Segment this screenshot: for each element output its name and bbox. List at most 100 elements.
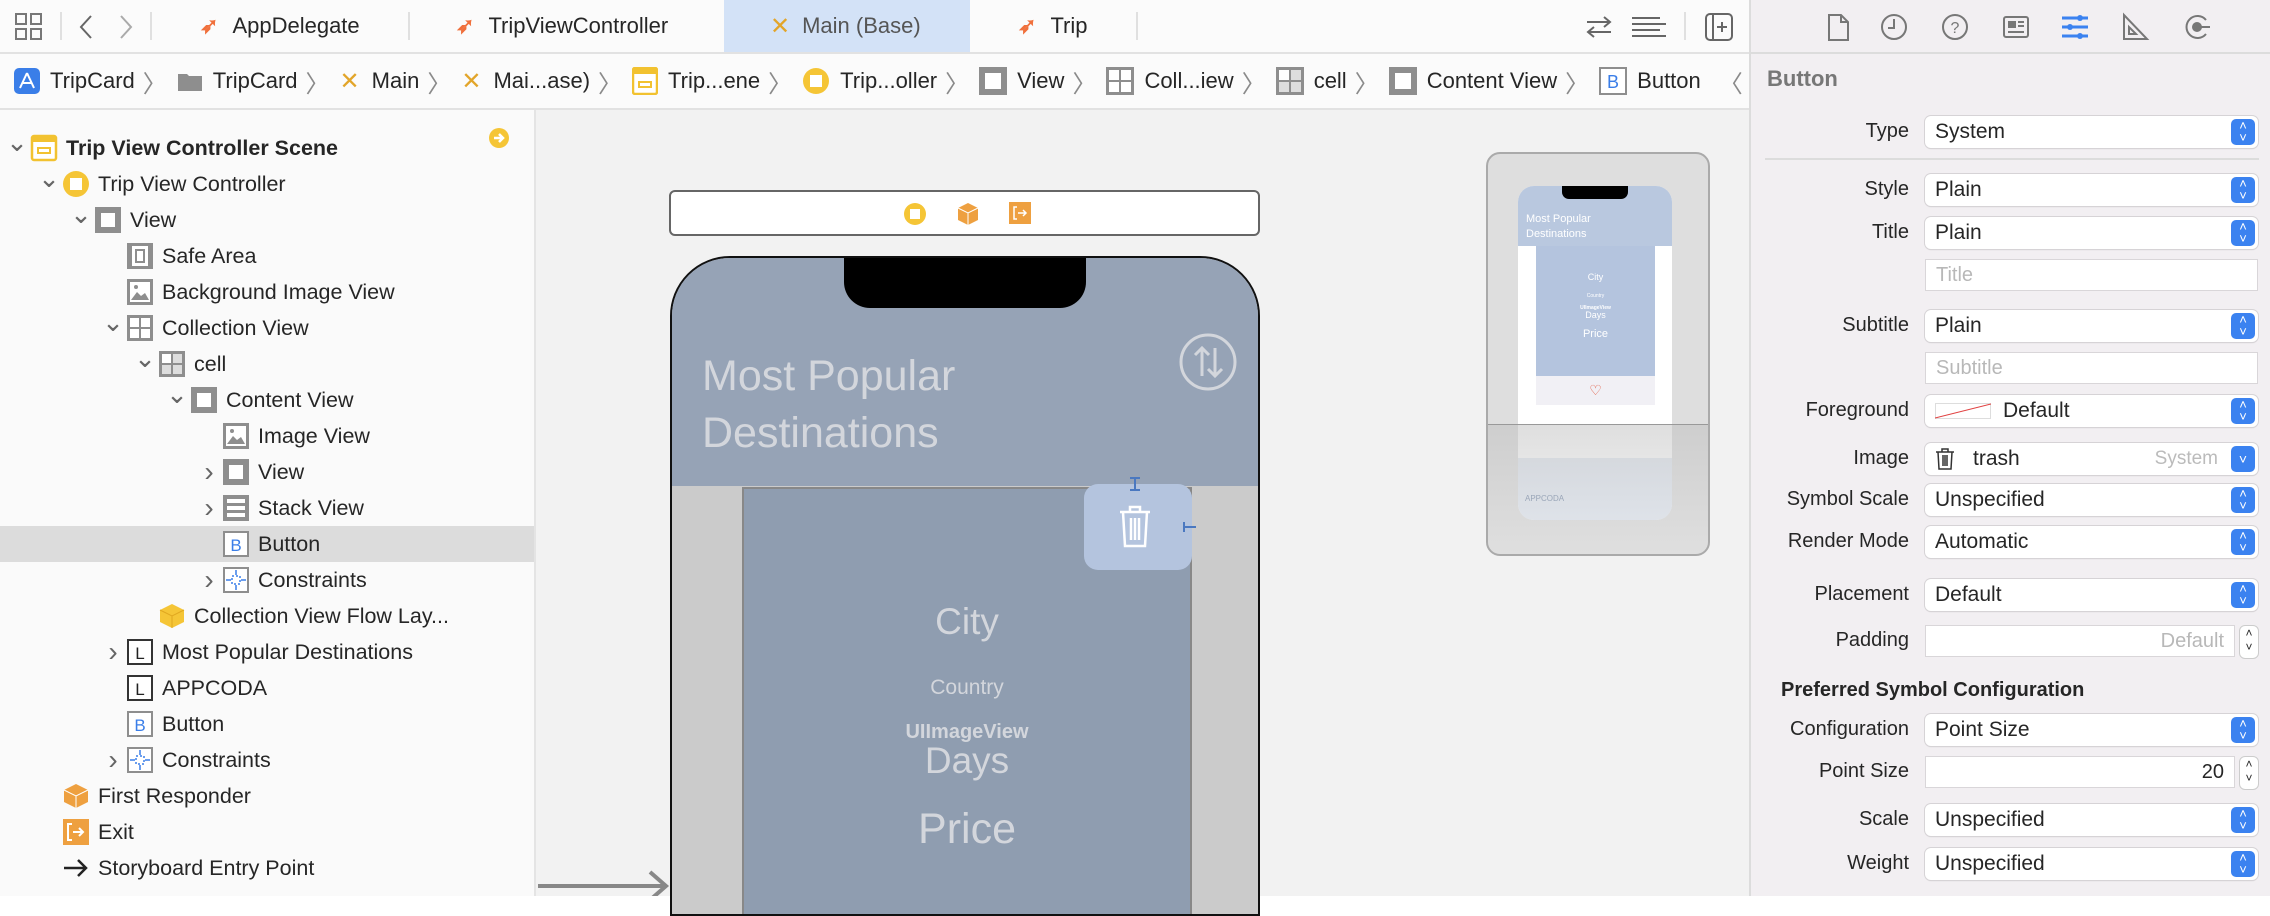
sort-button-icon[interactable] — [1178, 332, 1238, 392]
breadcrumb-storyboard-base[interactable]: ✕ Mai...ase) — [461, 67, 590, 96]
collection-view-icon — [126, 314, 154, 342]
outline-item[interactable]: B Button — [0, 526, 534, 562]
button-icon: B — [126, 710, 154, 738]
disclosure-collapsed-icon[interactable]: › — [100, 636, 126, 668]
forward-chevron-icon[interactable] — [118, 14, 134, 40]
country-label[interactable]: Country — [744, 676, 1190, 700]
days-label[interactable]: Days — [744, 740, 1190, 782]
related-items-grid-icon[interactable] — [14, 12, 44, 42]
outline-item[interactable]: Storyboard Entry Point — [0, 850, 534, 886]
disclosure-expanded-icon[interactable]: ⌄ — [4, 127, 30, 158]
disclosure-collapsed-icon[interactable]: › — [100, 744, 126, 776]
selected-trash-button[interactable] — [1084, 484, 1192, 570]
editor-options-icon[interactable] — [1630, 14, 1668, 40]
weight-popup[interactable]: Unspecified ˄ ˅ — [1925, 848, 2258, 880]
configuration-popup[interactable]: Point Size ˄ ˅ — [1925, 714, 2258, 746]
city-label[interactable]: City — [744, 601, 1190, 643]
first-responder-icon — [62, 782, 90, 810]
outline-item[interactable]: › L Most Popular Destinations — [0, 634, 534, 670]
symbol-scale-popup[interactable]: Unspecified ˄ ˅ — [1925, 484, 2258, 516]
outline-item[interactable]: ⌄ Trip View Controller Scene — [0, 127, 534, 166]
type-popup[interactable]: System ˄ ˅ — [1925, 116, 2258, 148]
preview-footer: APPCODA — [1525, 494, 1565, 503]
outline-item[interactable]: › Constraints — [0, 742, 534, 778]
storyboard-canvas[interactable]: Most Popular Destinations City Country UI… — [536, 110, 1749, 916]
tab-trip[interactable]: ➶ Trip — [1018, 0, 1088, 52]
view-controller-icon[interactable] — [903, 202, 927, 226]
disclosure-expanded-icon[interactable]: ⌄ — [36, 163, 62, 194]
disclosure-expanded-icon[interactable]: ⌄ — [132, 343, 158, 374]
size-inspector-icon[interactable] — [2120, 12, 2150, 42]
svg-text:?: ? — [1951, 20, 1960, 37]
disclosure-collapsed-icon[interactable]: › — [196, 564, 222, 596]
foreground-label: Foreground — [1805, 399, 1909, 421]
subtitle-text-field[interactable]: Subtitle — [1925, 352, 2258, 384]
render-mode-popup[interactable]: Automatic ˄ ˅ — [1925, 526, 2258, 558]
style-popup[interactable]: Plain ˄ ˅ — [1925, 174, 2258, 206]
point-size-stepper[interactable]: ˄ ˅ — [2239, 756, 2259, 790]
attributes-inspector-icon[interactable] — [2060, 12, 2090, 42]
outline-item[interactable]: Exit — [0, 814, 534, 850]
outline-item[interactable]: › Constraints — [0, 562, 534, 598]
breadcrumb-collection-view[interactable]: Coll...iew — [1106, 67, 1234, 95]
padding-field[interactable]: Default — [1925, 625, 2235, 657]
scene-preview-thumbnail[interactable]: Most Popular Destinations City Country UI… — [1486, 152, 1710, 556]
outline-item[interactable]: Collection View Flow Lay... — [0, 598, 534, 634]
add-editor-icon[interactable] — [1704, 12, 1734, 42]
disclosure-expanded-icon[interactable]: ⌄ — [68, 199, 94, 230]
outline-item[interactable]: ⌄ cell — [0, 343, 534, 382]
tab-tripviewcontroller[interactable]: ➶ TripViewController — [456, 0, 668, 52]
outline-item[interactable]: ⌄ Trip View Controller — [0, 163, 534, 202]
outline-item[interactable]: First Responder — [0, 778, 534, 814]
breadcrumb-button[interactable]: B Button — [1599, 67, 1701, 95]
breadcrumb-view[interactable]: View — [979, 67, 1064, 95]
disclosure-expanded-icon[interactable]: ⌄ — [100, 307, 126, 338]
outline-item[interactable]: ⌄ Content View — [0, 379, 534, 418]
breadcrumb-content-view[interactable]: Content View — [1388, 67, 1557, 95]
history-inspector-icon[interactable] — [1879, 12, 1909, 42]
title-popup[interactable]: Plain ˄ ˅ — [1925, 217, 2258, 249]
price-label[interactable]: Price — [744, 805, 1190, 854]
outline-item[interactable]: › View — [0, 454, 534, 490]
entry-point-arrow-icon[interactable] — [538, 866, 672, 896]
tab-appdelegate[interactable]: ➶ AppDelegate — [200, 0, 360, 52]
outline-item-label: Button — [162, 711, 225, 736]
outline-item[interactable]: Image View — [0, 418, 534, 454]
disclosure-expanded-icon[interactable]: ⌄ — [164, 379, 190, 410]
outline-item[interactable]: B Button — [0, 706, 534, 742]
foreground-color-popup[interactable]: Default ˄ ˅ — [1925, 395, 2258, 427]
file-inspector-icon[interactable] — [1823, 12, 1853, 42]
back-chevron-icon[interactable] — [78, 14, 94, 40]
outline-item[interactable]: Background Image View — [0, 274, 534, 310]
outline-item[interactable]: › Stack View — [0, 490, 534, 526]
subtitle-popup[interactable]: Plain ˄ ˅ — [1925, 310, 2258, 342]
foreground-value: Default — [2003, 399, 2070, 422]
disclosure-collapsed-icon[interactable]: › — [196, 456, 222, 488]
outline-item[interactable]: L APPCODA — [0, 670, 534, 706]
breadcrumb-scene[interactable]: Trip...ene — [632, 67, 760, 95]
identity-inspector-icon[interactable] — [2001, 12, 2031, 42]
tab-main-base[interactable]: ✕ Main (Base) — [724, 0, 970, 52]
breadcrumb-folder[interactable]: TripCard — [177, 68, 298, 94]
placement-popup[interactable]: Default ˄ ˅ — [1925, 579, 2258, 611]
title-text-field[interactable]: Title — [1925, 259, 2258, 291]
breadcrumb-project[interactable]: TripCard — [14, 68, 135, 94]
connections-inspector-icon[interactable] — [2182, 12, 2212, 42]
breadcrumb-cell[interactable]: cell — [1275, 67, 1347, 95]
exit-icon[interactable] — [1009, 202, 1031, 224]
outline-item[interactable]: ⌄ Collection View — [0, 307, 534, 346]
breadcrumb-storyboard[interactable]: ✕ Main — [340, 67, 420, 96]
title-label[interactable]: Most Popular Destinations — [702, 348, 955, 462]
first-responder-icon[interactable] — [957, 202, 979, 226]
point-size-field[interactable]: 20 — [1925, 756, 2235, 788]
previous-issue-icon[interactable]: 〈 — [1719, 64, 1743, 99]
disclosure-collapsed-icon[interactable]: › — [196, 492, 222, 524]
outline-item[interactable]: Safe Area — [0, 238, 534, 274]
help-inspector-icon[interactable]: ? — [1940, 12, 1970, 42]
scale-popup[interactable]: Unspecified ˄ ˅ — [1925, 804, 2258, 836]
outline-item[interactable]: ⌄ View — [0, 199, 534, 238]
image-combo-box[interactable]: trash System ˅ — [1925, 443, 2258, 475]
breadcrumb-view-controller[interactable]: Trip...oller — [802, 67, 937, 95]
swap-arrows-icon[interactable] — [1584, 14, 1614, 40]
padding-stepper[interactable]: ˄ ˅ — [2239, 625, 2259, 659]
